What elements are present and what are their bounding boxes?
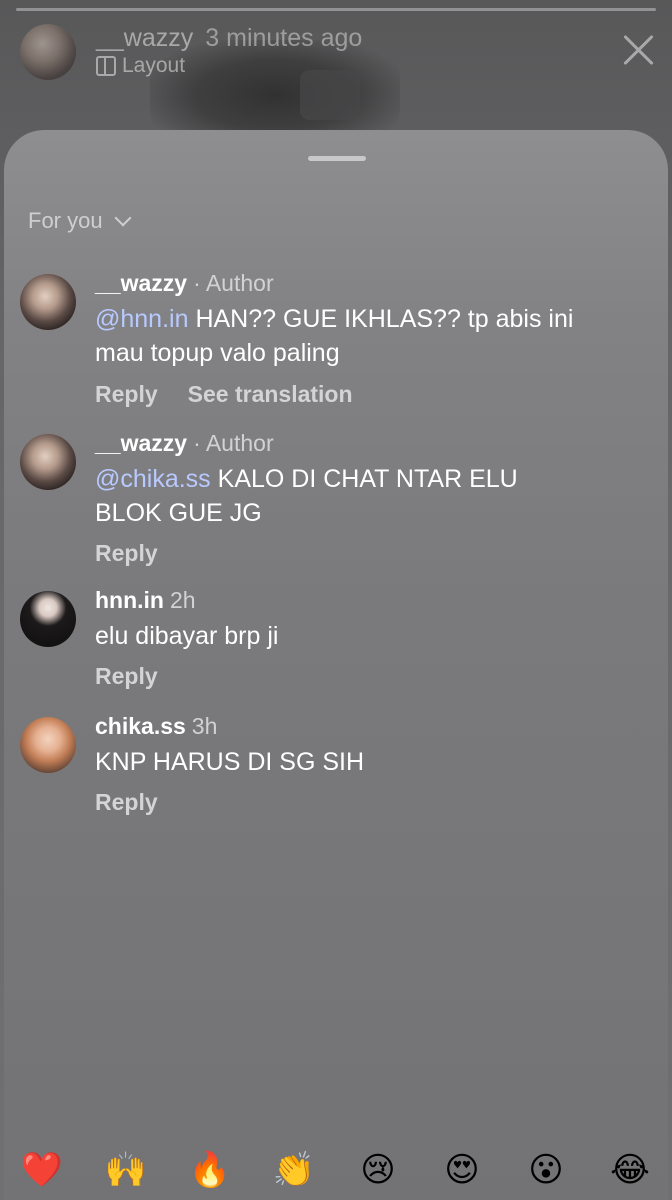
avatar[interactable] <box>20 434 76 490</box>
story-layout-tag[interactable]: Layout <box>96 54 185 78</box>
laughing-reaction[interactable]: 😂 <box>608 1150 652 1190</box>
comment-header: __wazzy · Author <box>95 430 274 457</box>
heart-reaction[interactable]: ❤️ <box>20 1150 64 1190</box>
story-header: __wazzy 3 minutes ago Layout <box>20 22 660 82</box>
reply-button[interactable]: Reply <box>95 663 158 690</box>
comment-username[interactable]: chika.ss <box>95 713 186 739</box>
layout-icon <box>96 56 116 76</box>
raised-hands-reaction[interactable]: 🙌 <box>104 1150 148 1190</box>
comment-actions: Reply See translation <box>95 381 353 408</box>
story-user-line[interactable]: __wazzy 3 minutes ago <box>96 24 362 53</box>
comment-header: __wazzy · Author <box>95 270 274 297</box>
avatar[interactable] <box>20 717 76 773</box>
comment-mention[interactable]: @hnn.in <box>95 305 189 333</box>
avatar[interactable] <box>20 591 76 647</box>
comment-mention[interactable]: @chika.ss <box>95 465 211 493</box>
comment-header: chika.ss 3h <box>95 713 217 740</box>
filter-label: For you <box>28 208 103 233</box>
comment-header: hnn.in 2h <box>95 587 196 614</box>
story-avatar[interactable] <box>20 24 76 80</box>
reply-button[interactable]: Reply <box>95 381 158 408</box>
comment-filter-dropdown[interactable]: For you <box>28 206 132 236</box>
comment-username[interactable]: hnn.in <box>95 587 164 613</box>
comment-item: __wazzy · Author @hnn.in HAN?? GUE IKHLAS… <box>20 270 660 420</box>
comment-meta: · Author <box>193 270 274 296</box>
comment-item: __wazzy · Author @chika.ss KALO DI CHAT N… <box>20 430 660 580</box>
fire-reaction[interactable]: 🔥 <box>188 1150 232 1190</box>
chevron-down-icon <box>114 209 132 227</box>
clapping-reaction[interactable]: 👏 <box>272 1150 316 1190</box>
story-time: 3 minutes ago <box>205 24 363 52</box>
comments-sheet: For you __wazzy · Author @hnn.in HAN?? GU… <box>4 130 668 1200</box>
comment-text: elu dibayar brp ji <box>95 619 595 653</box>
quick-reaction-bar: ❤️ 🙌 🔥 👏 😢 😍 😮 😂 <box>0 1140 672 1200</box>
comment-item: hnn.in 2h elu dibayar brp ji Reply <box>20 587 660 697</box>
comment-text-body: elu dibayar brp ji <box>95 622 279 650</box>
comment-meta: 2h <box>169 587 196 613</box>
comment-actions: Reply <box>95 789 158 816</box>
surprised-reaction[interactable]: 😮 <box>524 1150 568 1190</box>
comment-meta: · Author <box>193 430 274 456</box>
comment-text: KNP HARUS DI SG SIH <box>95 745 595 779</box>
comment-meta: 3h <box>191 713 218 739</box>
heart-eyes-reaction[interactable]: 😍 <box>440 1150 484 1190</box>
comment-text: @hnn.in HAN?? GUE IKHLAS?? tp abis ini m… <box>95 302 595 370</box>
comment-text: @chika.ss KALO DI CHAT NTAR ELU BLOK GUE… <box>95 462 565 530</box>
reply-button[interactable]: Reply <box>95 540 158 567</box>
story-progress-bar <box>16 8 656 11</box>
reply-button[interactable]: Reply <box>95 789 158 816</box>
story-layout-label: Layout <box>122 54 186 77</box>
comment-actions: Reply <box>95 540 158 567</box>
story-username[interactable]: __wazzy <box>96 24 193 52</box>
close-icon[interactable] <box>618 30 658 70</box>
sheet-grabber[interactable] <box>308 156 366 161</box>
comment-username[interactable]: __wazzy <box>95 430 187 456</box>
comment-item: chika.ss 3h KNP HARUS DI SG SIH Reply <box>20 713 660 823</box>
comment-username[interactable]: __wazzy <box>95 270 187 296</box>
see-translation-button[interactable]: See translation <box>188 381 353 408</box>
avatar[interactable] <box>20 274 76 330</box>
crying-reaction[interactable]: 😢 <box>356 1150 400 1190</box>
comment-text-body: KNP HARUS DI SG SIH <box>95 748 365 776</box>
comment-actions: Reply <box>95 663 158 690</box>
